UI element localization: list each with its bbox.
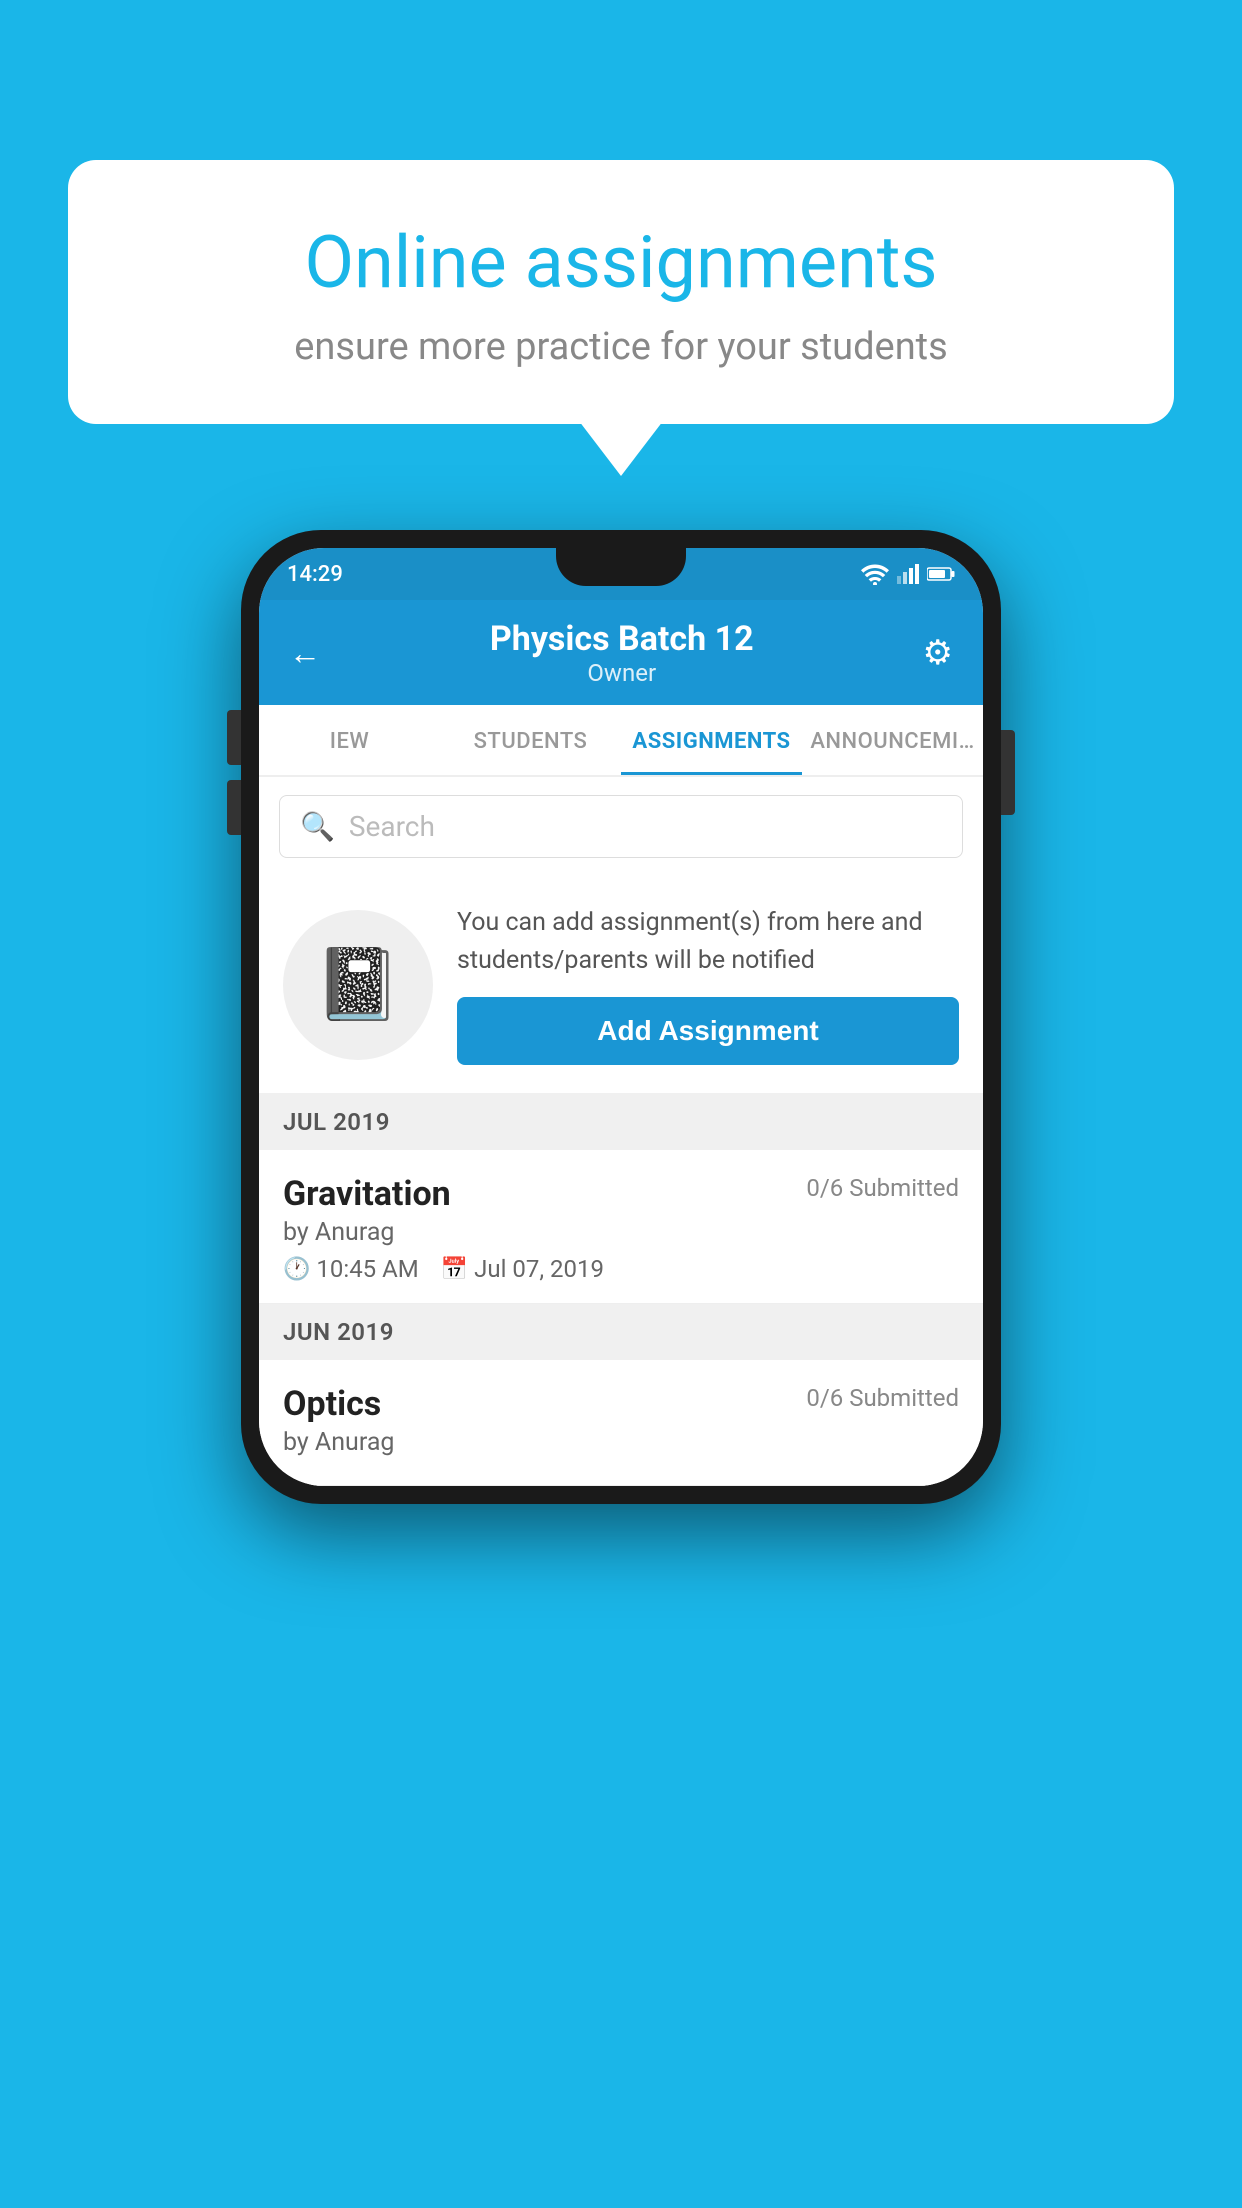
tab-iew[interactable]: IEW [259,705,440,775]
header-center: Physics Batch 12 Owner [490,619,754,687]
assignment-submitted-optics: 0/6 Submitted [806,1384,959,1412]
assignment-item-gravitation[interactable]: Gravitation 0/6 Submitted by Anurag 🕐 10… [259,1150,983,1304]
settings-icon[interactable]: ⚙ [923,633,953,673]
status-time: 14:29 [287,562,343,587]
time-meta: 🕐 10:45 AM [283,1255,419,1283]
clock-icon: 🕐 [283,1257,310,1282]
phone-screen: 14:29 [259,548,983,1486]
jul-label: JUL 2019 [283,1108,390,1136]
volume-up-button [227,710,241,765]
assignment-name-optics: Optics [283,1384,381,1424]
wifi-icon [861,563,889,585]
status-bar: 14:29 [259,548,983,600]
assignment-name-gravitation: Gravitation [283,1174,451,1214]
section-header-jul: JUL 2019 [259,1094,983,1150]
tabs-bar: IEW STUDENTS ASSIGNMENTS ANNOUNCEMI… [259,705,983,777]
assignment-by-gravitation: by Anurag [283,1218,959,1247]
power-button [1001,730,1015,815]
promo-content: You can add assignment(s) from here and … [457,904,959,1065]
tab-assignments[interactable]: ASSIGNMENTS [621,705,802,775]
phone-device: 14:29 [241,530,1001,1504]
phone-outer-shell: 14:29 [241,530,1001,1504]
notebook-icon: 📓 [314,944,401,1026]
back-button[interactable]: ← [289,634,321,672]
assignment-submitted-gravitation: 0/6 Submitted [806,1174,959,1202]
add-assignment-button[interactable]: Add Assignment [457,997,959,1065]
app-header: ← Physics Batch 12 Owner ⚙ [259,600,983,705]
phone-notch [556,548,686,586]
volume-down-button [227,780,241,835]
assignment-item-optics[interactable]: Optics 0/6 Submitted by Anurag [259,1360,983,1486]
speech-bubble-container: Online assignments ensure more practice … [68,160,1174,424]
assignment-meta-gravitation: 🕐 10:45 AM 📅 Jul 07, 2019 [283,1255,959,1283]
calendar-icon: 📅 [441,1257,468,1282]
assignment-row1: Gravitation 0/6 Submitted [283,1174,959,1214]
assignment-time: 10:45 AM [316,1255,418,1283]
search-container: 🔍 Search [259,777,983,876]
jun-label: JUN 2019 [283,1318,394,1346]
assignment-date: Jul 07, 2019 [474,1255,604,1283]
promo-icon-circle: 📓 [283,910,433,1060]
header-title: Physics Batch 12 [490,619,754,659]
promo-text: You can add assignment(s) from here and … [457,904,959,979]
speech-bubble: Online assignments ensure more practice … [68,160,1174,424]
signal-icon [897,564,919,584]
speech-bubble-subtitle: ensure more practice for your students [128,325,1114,369]
tab-students[interactable]: STUDENTS [440,705,621,775]
tab-announcements[interactable]: ANNOUNCEMI… [802,705,983,775]
speech-bubble-title: Online assignments [128,220,1114,305]
status-icons [861,563,955,585]
search-box[interactable]: 🔍 Search [279,795,963,858]
search-icon: 🔍 [300,810,335,843]
assignment-by-optics: by Anurag [283,1428,959,1457]
header-subtitle: Owner [490,659,754,687]
search-placeholder: Search [349,810,435,843]
promo-section: 📓 You can add assignment(s) from here an… [259,876,983,1094]
date-meta: 📅 Jul 07, 2019 [441,1255,604,1283]
battery-icon [927,566,955,582]
assignment-row1-optics: Optics 0/6 Submitted [283,1384,959,1424]
section-header-jun: JUN 2019 [259,1304,983,1360]
